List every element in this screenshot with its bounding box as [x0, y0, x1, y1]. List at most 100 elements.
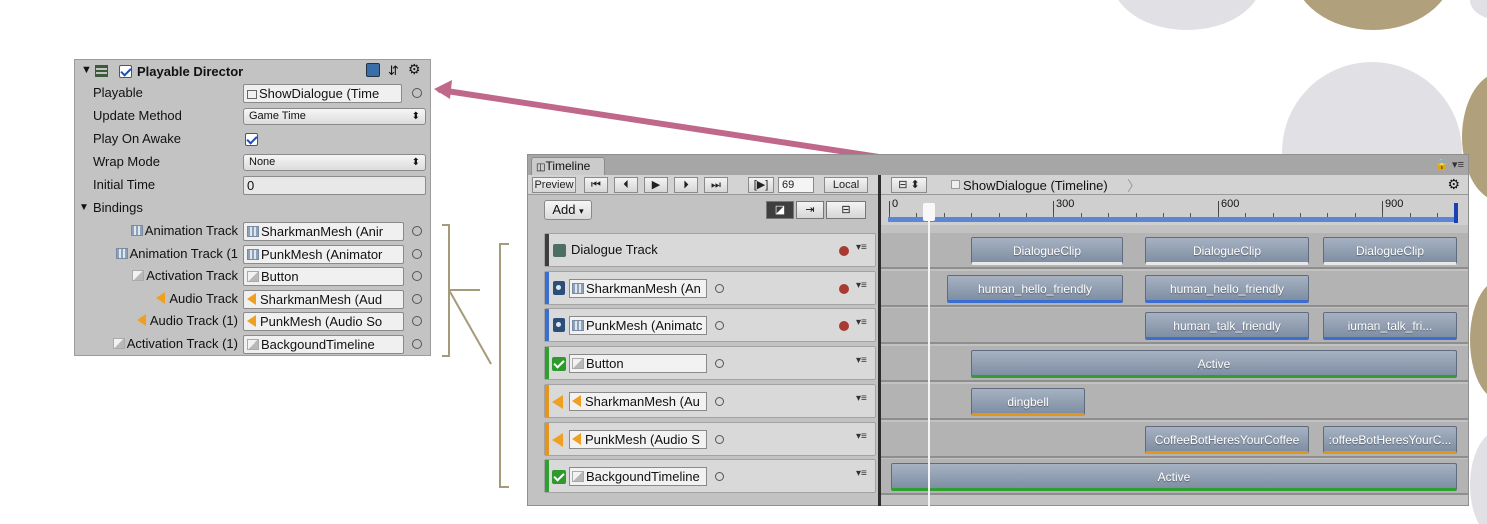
object-picker-icon[interactable]: [715, 434, 724, 444]
track-binding-field[interactable]: SharkmanMesh (An: [569, 278, 707, 298]
timeline-clip[interactable]: :offeeBotHeresYourC...: [1323, 425, 1457, 454]
track-lane[interactable]: human_talk_friendly iuman_talk_fri...: [881, 308, 1468, 345]
next-frame-button[interactable]: ⏵: [674, 177, 698, 193]
add-track-button[interactable]: Add ▾: [544, 200, 592, 220]
playhead-line[interactable]: [928, 203, 930, 506]
track-menu-icon[interactable]: ▾≡: [856, 280, 867, 291]
track-color-bar: [545, 460, 549, 493]
track-binding-value: PunkMesh (Animatc: [586, 318, 703, 334]
activation-icon: [572, 471, 584, 483]
track-color-bar: [545, 347, 549, 380]
track-header[interactable]: PunkMesh (Animatc ▾≡: [544, 308, 876, 343]
object-picker-icon[interactable]: [715, 321, 724, 331]
track-color-bar: [545, 384, 549, 417]
track-lane[interactable]: dingbell: [881, 383, 1468, 420]
ruler-label: 0: [892, 198, 899, 210]
track-binding-value: Button: [586, 356, 624, 372]
object-picker-icon[interactable]: [715, 396, 724, 406]
object-picker-icon[interactable]: [715, 472, 724, 482]
animation-icon: [572, 282, 584, 294]
track-binding-field[interactable]: Button: [569, 354, 707, 374]
record-button[interactable]: [839, 283, 849, 294]
timeline-end-marker[interactable]: [1454, 203, 1458, 223]
timeline-clip[interactable]: Active: [891, 463, 1457, 492]
breadcrumb-asset-name[interactable]: ShowDialogue (Timeline): [963, 178, 1108, 193]
audio-track-icon: [552, 432, 563, 447]
track-binding-field[interactable]: PunkMesh (Animatc: [569, 316, 707, 336]
timeline-clip[interactable]: human_hello_friendly: [947, 274, 1123, 303]
prev-frame-button[interactable]: ⏴: [614, 177, 638, 193]
track-header[interactable]: BackgoundTimeline ▾≡: [544, 459, 876, 494]
goto-start-button[interactable]: ⏮: [584, 177, 608, 193]
audio-icon: [572, 394, 581, 407]
markers-toggle-button[interactable]: ⊟: [826, 201, 866, 219]
track-menu-icon[interactable]: ▾≡: [856, 355, 867, 366]
timeline-tab[interactable]: ◫Timeline: [531, 157, 605, 175]
timeline-window: ◫Timeline 🔒 ▾≡ Preview ⏮ ⏴ ▶ ⏵ ⏭ [▶] 69 …: [527, 154, 1469, 506]
ruler-label: 900: [1385, 198, 1404, 210]
track-lane[interactable]: human_hello_friendly human_hello_friendly: [881, 270, 1468, 307]
timeline-asset-icon: [951, 180, 960, 189]
track-binding-value: PunkMesh (Audio S: [585, 431, 700, 447]
activation-icon: [572, 358, 584, 370]
playhead-handle[interactable]: [923, 203, 935, 221]
window-options-button[interactable]: ⊟ ⬍: [891, 177, 927, 193]
window-menu-icon[interactable]: 🔒 ▾≡: [1435, 158, 1464, 171]
local-button[interactable]: Local: [824, 177, 868, 193]
sequence-toggle-button[interactable]: ⇥: [796, 201, 824, 219]
timeline-clip[interactable]: human_hello_friendly: [1145, 274, 1309, 303]
track-header[interactable]: SharkmanMesh (An ▾≡: [544, 270, 876, 305]
object-picker-icon[interactable]: [715, 283, 724, 293]
track-lane[interactable]: DialogueClip DialogueClip DialogueClip: [881, 233, 1468, 269]
timeline-clip[interactable]: CoffeeBotHeresYourCoffee: [1145, 425, 1309, 454]
track-menu-icon[interactable]: ▾≡: [856, 431, 867, 442]
track-enabled-checkbox[interactable]: [552, 357, 566, 372]
track-lane[interactable]: Active: [881, 346, 1468, 383]
ruler-label: 300: [1056, 198, 1075, 210]
track-binding-field[interactable]: SharkmanMesh (Au: [569, 391, 707, 411]
timeline-clip[interactable]: iuman_talk_fri...: [1323, 312, 1457, 341]
track-header[interactable]: Button ▾≡: [544, 346, 876, 381]
add-label: Add: [552, 202, 576, 217]
track-header[interactable]: SharkmanMesh (Au ▾≡: [544, 383, 876, 418]
track-header[interactable]: Dialogue Track ▾≡: [544, 233, 876, 267]
avatar-mask-icon[interactable]: [553, 318, 565, 333]
timeline-clip[interactable]: DialogueClip: [1323, 237, 1457, 265]
track-lane[interactable]: CoffeeBotHeresYourCoffee :offeeBotHeresYo…: [881, 421, 1468, 458]
play-range-button[interactable]: [▶]: [748, 177, 774, 193]
track-menu-icon[interactable]: ▾≡: [856, 242, 867, 253]
timeline-clip[interactable]: human_talk_friendly: [1145, 312, 1309, 341]
timeline-tab-bar: ◫Timeline 🔒 ▾≡: [528, 155, 1468, 175]
track-menu-icon[interactable]: ▾≡: [856, 468, 867, 479]
track-color-bar: [545, 422, 549, 455]
track-binding-field[interactable]: BackgoundTimeline: [569, 467, 707, 487]
curves-toggle-button[interactable]: ◪: [766, 201, 794, 219]
track-binding-value: SharkmanMesh (An: [586, 280, 701, 296]
breadcrumb-chevron-icon: 〉: [1127, 178, 1141, 194]
track-binding-field[interactable]: PunkMesh (Audio S: [569, 429, 707, 449]
preview-button[interactable]: Preview: [532, 177, 576, 193]
timeline-clip[interactable]: Active: [971, 350, 1457, 379]
avatar-mask-icon[interactable]: [553, 280, 565, 295]
track-color-bar: [545, 234, 549, 266]
track-lane[interactable]: Active: [881, 459, 1468, 496]
object-picker-icon[interactable]: [715, 359, 724, 369]
goto-end-button[interactable]: ⏭: [704, 177, 728, 193]
timeline-clip[interactable]: dingbell: [971, 387, 1085, 416]
play-button[interactable]: ▶: [644, 177, 668, 193]
animation-icon: [572, 320, 584, 332]
track-menu-icon[interactable]: ▾≡: [856, 317, 867, 328]
record-button[interactable]: [839, 321, 849, 332]
frame-field[interactable]: 69: [778, 177, 814, 193]
audio-icon: [572, 432, 581, 445]
timeline-clip[interactable]: DialogueClip: [1145, 237, 1309, 265]
timeline-clip[interactable]: DialogueClip: [971, 237, 1123, 265]
gear-icon[interactable]: ⚙: [1447, 176, 1460, 193]
track-header[interactable]: PunkMesh (Audio S ▾≡: [544, 421, 876, 456]
track-enabled-checkbox[interactable]: [552, 470, 566, 485]
timeline-bracket: [499, 243, 509, 488]
ruler-label: 600: [1221, 198, 1240, 210]
record-button[interactable]: [839, 246, 849, 256]
frame-value: 69: [782, 179, 795, 191]
track-menu-icon[interactable]: ▾≡: [856, 393, 867, 404]
